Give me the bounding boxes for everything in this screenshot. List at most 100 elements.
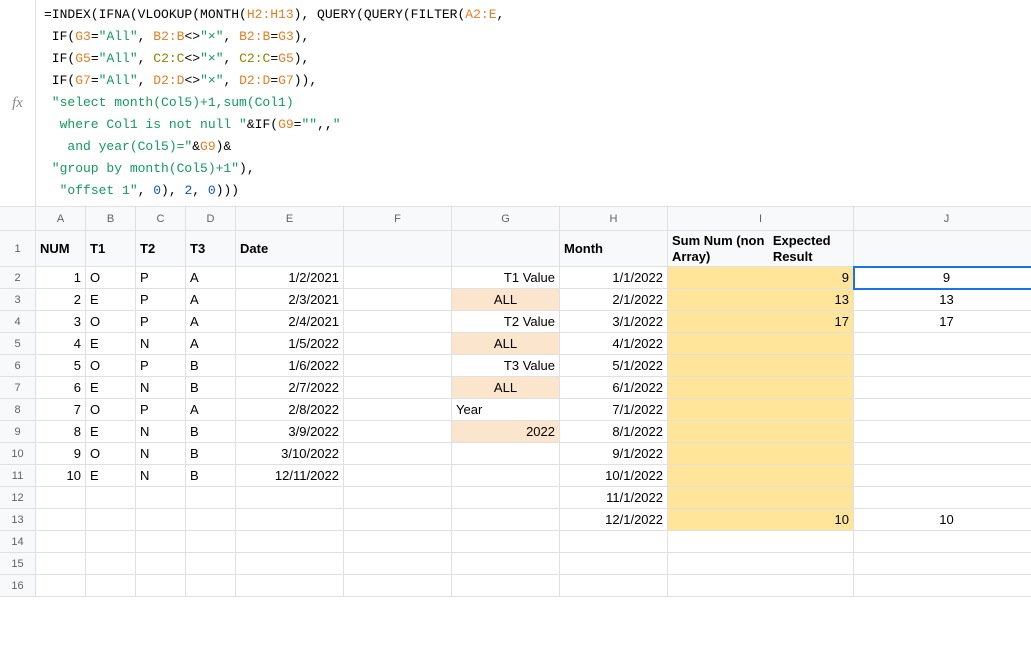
cell-month[interactable]: 8/1/2022 [560,421,668,443]
cell[interactable] [344,267,452,289]
cell[interactable] [344,333,452,355]
cell-date[interactable]: 2/3/2021 [236,289,344,311]
cell-num[interactable] [36,531,86,553]
cell-sum-i[interactable]: 9 [668,267,854,289]
cell-t2[interactable]: P [136,399,186,421]
cell-month[interactable]: 4/1/2022 [560,333,668,355]
cell-month[interactable]: 9/1/2022 [560,443,668,465]
cell-t1[interactable] [86,553,136,575]
cell[interactable] [344,289,452,311]
cell[interactable] [344,421,452,443]
header-month[interactable]: Month [560,231,668,267]
cell-num[interactable]: 2 [36,289,86,311]
cell-t1[interactable] [86,487,136,509]
cell-num[interactable] [36,509,86,531]
col-header[interactable]: J [854,207,1031,231]
cell[interactable] [344,465,452,487]
cell[interactable] [344,509,452,531]
cell-date[interactable] [236,531,344,553]
cell-date[interactable]: 12/11/2022 [236,465,344,487]
cell[interactable] [452,231,560,267]
cell-num[interactable]: 7 [36,399,86,421]
cell-num[interactable] [36,575,86,597]
cell-num[interactable]: 1 [36,267,86,289]
cell-sum-i[interactable] [668,333,854,355]
cell-t2[interactable]: P [136,311,186,333]
cell[interactable] [344,377,452,399]
cell-sum-i[interactable] [668,443,854,465]
cell[interactable] [344,443,452,465]
header-t2[interactable]: T2 [136,231,186,267]
cell-sum-j[interactable] [854,333,1031,355]
cell-t1[interactable]: E [86,333,136,355]
cell-sum-j[interactable] [854,399,1031,421]
cell-t2[interactable]: N [136,421,186,443]
cell-sum-j[interactable]: 10 [854,509,1031,531]
cell-date[interactable]: 3/9/2022 [236,421,344,443]
col-header[interactable]: F [344,207,452,231]
cell-filter[interactable]: T2 Value [452,311,560,333]
cell-t3[interactable] [186,575,236,597]
cell-t3[interactable]: A [186,311,236,333]
cell-sum-j[interactable] [854,465,1031,487]
cell-month[interactable]: 11/1/2022 [560,487,668,509]
cell-month[interactable]: 5/1/2022 [560,355,668,377]
cell-month[interactable]: 10/1/2022 [560,465,668,487]
cell-t3[interactable] [186,509,236,531]
cell-sum-j[interactable] [854,531,1031,553]
row-header[interactable]: 8 [0,399,36,421]
row-header[interactable]: 10 [0,443,36,465]
row-header[interactable]: 16 [0,575,36,597]
cell-sum-i[interactable]: 17 [668,311,854,333]
cell[interactable] [344,575,452,597]
cell-t2[interactable]: P [136,267,186,289]
cell-num[interactable] [36,553,86,575]
col-header[interactable]: E [236,207,344,231]
cell-sum-i[interactable] [668,531,854,553]
cell-num[interactable]: 10 [36,465,86,487]
cell-t2[interactable] [136,531,186,553]
cell-sum-j[interactable] [854,355,1031,377]
cell-month[interactable]: 3/1/2022 [560,311,668,333]
cell-t3[interactable]: B [186,421,236,443]
cell-sum-j[interactable]: 13 [854,289,1031,311]
row-header[interactable]: 11 [0,465,36,487]
cell-t2[interactable]: P [136,289,186,311]
cell-sum-j[interactable]: 17 [854,311,1031,333]
cell-t3[interactable] [186,553,236,575]
row-header[interactable]: 6 [0,355,36,377]
cell-filter[interactable] [452,531,560,553]
cell[interactable] [344,399,452,421]
cell-t2[interactable] [136,553,186,575]
cell-num[interactable]: 8 [36,421,86,443]
select-all-corner[interactable] [0,207,36,231]
row-header[interactable]: 14 [0,531,36,553]
cell-sum-i[interactable] [668,487,854,509]
row-header[interactable]: 12 [0,487,36,509]
cell[interactable] [344,311,452,333]
col-header[interactable]: A [36,207,86,231]
col-header[interactable]: G [452,207,560,231]
col-header[interactable]: C [136,207,186,231]
row-header[interactable]: 2 [0,267,36,289]
cell-month[interactable]: 1/1/2022 [560,267,668,289]
row-header[interactable]: 5 [0,333,36,355]
cell-num[interactable]: 4 [36,333,86,355]
header-t3[interactable]: T3 [186,231,236,267]
row-header[interactable]: 13 [0,509,36,531]
cell-filter[interactable] [452,465,560,487]
cell[interactable] [344,355,452,377]
header-t1[interactable]: T1 [86,231,136,267]
row-header[interactable]: 9 [0,421,36,443]
col-header[interactable]: D [186,207,236,231]
cell-num[interactable] [36,487,86,509]
header-num[interactable]: NUM [36,231,86,267]
cell-date[interactable]: 1/2/2021 [236,267,344,289]
cell-filter[interactable]: T1 Value [452,267,560,289]
cell-filter[interactable]: ALL [452,377,560,399]
cell-t1[interactable]: O [86,355,136,377]
header-sum[interactable]: Sum Num (non Array)Expected Result [668,231,854,267]
cell-t3[interactable]: A [186,289,236,311]
cell-sum-j[interactable] [854,421,1031,443]
row-header[interactable]: 4 [0,311,36,333]
